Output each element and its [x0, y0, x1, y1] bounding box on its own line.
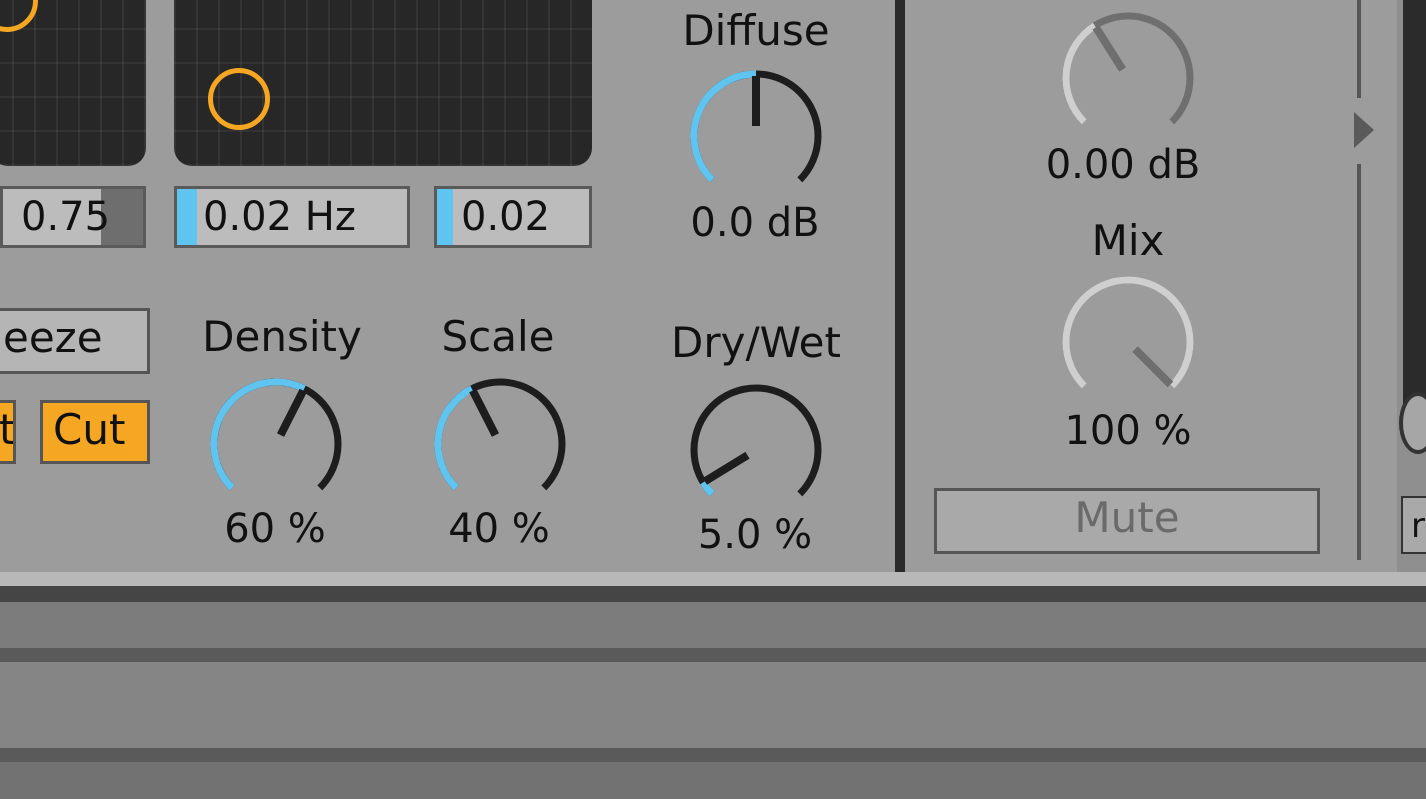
knob-value-arc: [1062, 22, 1097, 125]
freeze-label: eeze: [3, 313, 103, 362]
separator-line: [1357, 0, 1361, 560]
left-value-field[interactable]: 0.75: [0, 186, 146, 248]
right-partial-button[interactable]: r: [1401, 496, 1426, 554]
filter-display[interactable]: [174, 0, 592, 166]
cut-button[interactable]: Cut: [40, 400, 150, 464]
right-meter: [1403, 0, 1426, 430]
freeze-button[interactable]: eeze: [0, 308, 150, 374]
knob-value-arc: [434, 385, 474, 491]
knob-needle: [1132, 346, 1174, 388]
track-lane[interactable]: [0, 662, 1426, 748]
knob-needle: [276, 388, 307, 437]
mix-value: 100 %: [1064, 408, 1192, 454]
knob-needle: [469, 388, 500, 437]
drywet-label: Dry/Wet: [671, 318, 841, 367]
rate-field[interactable]: 0.02 Hz: [174, 186, 410, 248]
filter-handle-left[interactable]: [0, 0, 38, 32]
mix-knob[interactable]: [1058, 272, 1198, 412]
knob-needle: [702, 451, 750, 485]
scale-knob[interactable]: [430, 374, 570, 514]
knob-value-arc: [1062, 276, 1194, 389]
track-lane[interactable]: [0, 762, 1426, 799]
diffuse-value: 0.0 dB: [690, 200, 820, 246]
density-label: Density: [202, 312, 362, 361]
cut-partial-label: t: [0, 405, 16, 454]
rate-text: 0.02 Hz: [203, 194, 356, 240]
triangle-right-icon[interactable]: [1354, 112, 1374, 148]
track-separator: [0, 586, 1426, 602]
drywet-knob[interactable]: [686, 380, 826, 520]
mute-label: Mute: [1074, 493, 1180, 542]
filter-display-left[interactable]: [0, 0, 146, 166]
mute-button[interactable]: Mute: [934, 488, 1320, 554]
amount-fill: [437, 189, 453, 245]
track-lane[interactable]: [0, 602, 1426, 648]
knob-value-arc: [210, 378, 306, 491]
cut-button-partial[interactable]: t: [0, 400, 16, 464]
device-bottom-edge: [0, 572, 1426, 586]
knob-value-arc: [690, 70, 757, 183]
diffuse-label: Diffuse: [682, 6, 830, 55]
drywet-value: 5.0 %: [697, 512, 813, 558]
rate-fill: [177, 189, 197, 245]
panel-divider: [895, 0, 905, 580]
density-knob[interactable]: [206, 374, 346, 514]
left-value-text: 0.75: [21, 194, 111, 240]
track-separator: [0, 748, 1426, 762]
mix-label: Mix: [1091, 216, 1165, 265]
amount-field[interactable]: 0.02: [434, 186, 592, 248]
knob-needle: [1092, 25, 1127, 72]
output-gain-knob[interactable]: [1058, 8, 1198, 148]
output-gain-value: 0.00 dB: [1045, 142, 1201, 188]
scale-label: Scale: [441, 312, 555, 361]
track-separator: [0, 648, 1426, 662]
amount-text: 0.02: [461, 194, 551, 240]
filter-handle[interactable]: [208, 68, 270, 130]
scale-value: 40 %: [448, 506, 550, 552]
density-value: 60 %: [224, 506, 326, 552]
diffuse-knob[interactable]: [686, 66, 826, 206]
right-partial-label: r: [1411, 506, 1425, 546]
cut-label: Cut: [53, 405, 126, 454]
